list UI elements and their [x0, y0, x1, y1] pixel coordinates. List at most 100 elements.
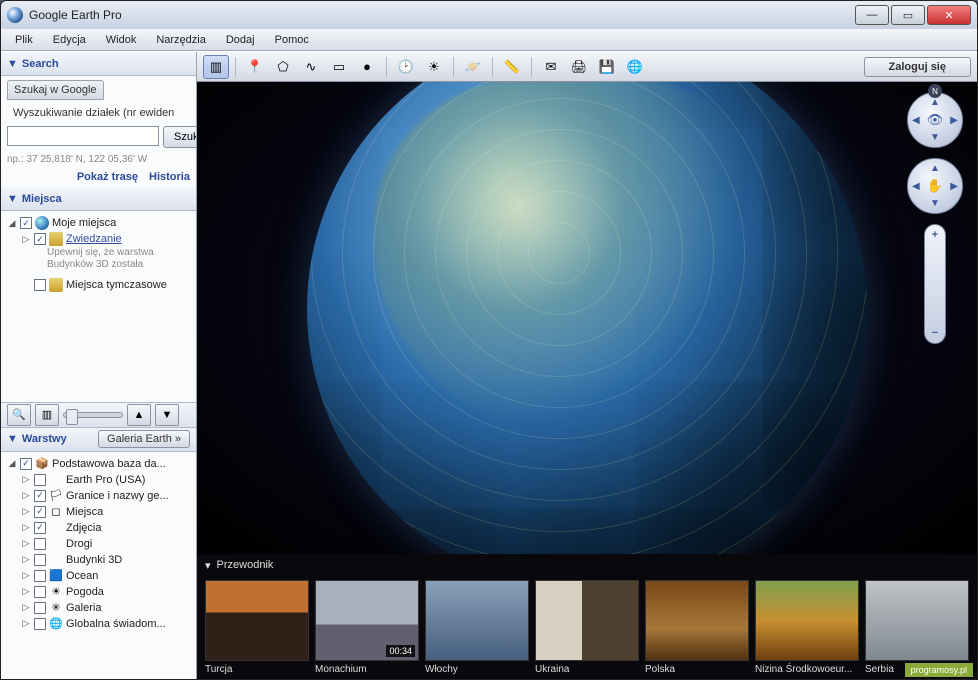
guide-thumb[interactable]: Ukraina [535, 580, 639, 679]
search-panel-header[interactable]: ▼ Search [1, 52, 196, 76]
expander-icon[interactable]: ◢ [7, 458, 17, 469]
view-button[interactable]: ▥ [35, 404, 59, 426]
opacity-slider[interactable] [63, 412, 123, 418]
checkbox[interactable] [20, 458, 32, 470]
places-tour-row[interactable]: ▷ Zwiedzanie [7, 231, 190, 247]
layer-label[interactable]: Earth Pro (USA) [66, 474, 145, 486]
places-temp-row[interactable]: Miejsca tymczasowe [7, 277, 190, 293]
layer-label[interactable]: Granice i nazwy ge... [66, 490, 169, 502]
checkbox[interactable] [34, 233, 46, 245]
expander-icon[interactable]: ▷ [21, 618, 31, 629]
temp-places-label[interactable]: Miejsca tymczasowe [66, 279, 167, 291]
north-indicator[interactable]: N [928, 84, 942, 98]
menu-add[interactable]: Dodaj [218, 32, 263, 48]
menu-view[interactable]: Widok [98, 32, 145, 48]
layer-row[interactable]: ◢📦Podstawowa baza da... [7, 456, 190, 472]
layer-label[interactable]: Drogi [66, 538, 92, 550]
minimize-button[interactable]: — [855, 5, 889, 25]
layer-label[interactable]: Ocean [66, 570, 98, 582]
history-button[interactable]: 🕑 [393, 55, 419, 79]
checkbox[interactable] [34, 618, 46, 630]
search-tab-google[interactable]: Szukaj w Google [7, 80, 104, 100]
print-button[interactable]: 🖨 [566, 55, 592, 79]
planet-button[interactable]: 🪐 [460, 55, 486, 79]
tour-label[interactable]: Zwiedzanie [66, 233, 122, 245]
guide-thumb[interactable]: Turcja [205, 580, 309, 679]
close-button[interactable]: ✕ [927, 5, 971, 25]
history-link[interactable]: Historia [149, 171, 190, 183]
move-down-button[interactable]: ▼ [155, 404, 179, 426]
layers-panel-header[interactable]: ▼ Warstwy Galeria Earth » [1, 428, 196, 452]
gallery-button[interactable]: Galeria Earth » [98, 430, 190, 448]
maps-button[interactable]: 🌐 [622, 55, 648, 79]
record-tour-button[interactable]: ● [354, 55, 380, 79]
layer-label[interactable]: Miejsca [66, 506, 103, 518]
titlebar[interactable]: Google Earth Pro — ▭ ✕ [1, 1, 977, 29]
checkbox[interactable] [34, 506, 46, 518]
sunlight-button[interactable]: ☀ [421, 55, 447, 79]
zoom-in-icon[interactable]: + [932, 229, 938, 241]
checkbox[interactable] [34, 602, 46, 614]
checkbox[interactable] [34, 522, 46, 534]
guide-header[interactable]: ▾ Przewodnik [197, 554, 977, 576]
sidebar-toggle-button[interactable]: ▥ [203, 55, 229, 79]
email-button[interactable]: ✉ [538, 55, 564, 79]
path-button[interactable]: ∿ [298, 55, 324, 79]
expander-icon[interactable]: ▷ [21, 490, 31, 501]
expander-icon[interactable]: ▷ [21, 474, 31, 485]
menu-file[interactable]: Plik [7, 32, 41, 48]
expander-icon[interactable]: ▷ [21, 554, 31, 565]
expander-icon[interactable]: ▷ [21, 538, 31, 549]
checkbox[interactable] [34, 279, 46, 291]
layer-row[interactable]: ▷🏳Granice i nazwy ge... [7, 488, 190, 504]
globe-viewport[interactable]: N ▲ ▼ ◀ ▶ 👁 ▲ ▼ ◀ ▶ ✋ + [197, 82, 977, 554]
move-up-button[interactable]: ▲ [127, 404, 151, 426]
earth-globe[interactable] [307, 82, 867, 554]
layer-row[interactable]: ▷✳Galeria [7, 600, 190, 616]
checkbox[interactable] [34, 586, 46, 598]
maximize-button[interactable]: ▭ [891, 5, 925, 25]
layer-row[interactable]: ▷🌐Globalna świadom... [7, 616, 190, 632]
layer-label[interactable]: Zdjęcia [66, 522, 101, 534]
guide-thumb[interactable]: 00:34Monachium [315, 580, 419, 679]
polygon-button[interactable]: ⬠ [270, 55, 296, 79]
search-button[interactable]: Szukaj [163, 126, 196, 148]
expander-icon[interactable]: ▷ [21, 234, 31, 245]
placemark-button[interactable]: 📍 [242, 55, 268, 79]
layer-label[interactable]: Galeria [66, 602, 101, 614]
checkbox[interactable] [34, 474, 46, 486]
checkbox[interactable] [20, 217, 32, 229]
guide-thumb[interactable]: Włochy [425, 580, 529, 679]
places-root-row[interactable]: ◢ Moje miejsca [7, 215, 190, 231]
search-input[interactable] [7, 126, 159, 146]
layer-row[interactable]: ▷☀Pogoda [7, 584, 190, 600]
menu-help[interactable]: Pomoc [267, 32, 317, 48]
zoom-slider[interactable]: + − [924, 224, 946, 344]
expander-icon[interactable]: ▷ [21, 586, 31, 597]
expander-icon[interactable]: ◢ [7, 218, 17, 229]
layer-row[interactable]: ▷Budynki 3D [7, 552, 190, 568]
layer-label[interactable]: Podstawowa baza da... [52, 458, 166, 470]
guide-thumb[interactable]: Polska [645, 580, 749, 679]
checkbox[interactable] [34, 570, 46, 582]
route-link[interactable]: Pokaż trasę [77, 171, 138, 183]
look-control[interactable]: N ▲ ▼ ◀ ▶ 👁 [907, 92, 963, 148]
login-button[interactable]: Zaloguj się [864, 57, 971, 77]
expander-icon[interactable]: ▷ [21, 506, 31, 517]
checkbox[interactable] [34, 490, 46, 502]
layer-label[interactable]: Pogoda [66, 586, 104, 598]
menu-tools[interactable]: Narzędzia [148, 32, 214, 48]
checkbox[interactable] [34, 554, 46, 566]
menu-edit[interactable]: Edycja [45, 32, 94, 48]
expander-icon[interactable]: ▷ [21, 602, 31, 613]
layer-row[interactable]: ▷🟦Ocean [7, 568, 190, 584]
layer-label[interactable]: Globalna świadom... [66, 618, 166, 630]
layer-row[interactable]: ▷ Drogi [7, 536, 190, 552]
expander-icon[interactable]: ▷ [21, 522, 31, 533]
my-places-label[interactable]: Moje miejsca [52, 217, 116, 229]
layer-row[interactable]: ▷ Earth Pro (USA) [7, 472, 190, 488]
expander-icon[interactable]: ▷ [21, 570, 31, 581]
image-overlay-button[interactable]: ▭ [326, 55, 352, 79]
zoom-out-icon[interactable]: − [932, 327, 938, 339]
save-image-button[interactable]: 💾 [594, 55, 620, 79]
